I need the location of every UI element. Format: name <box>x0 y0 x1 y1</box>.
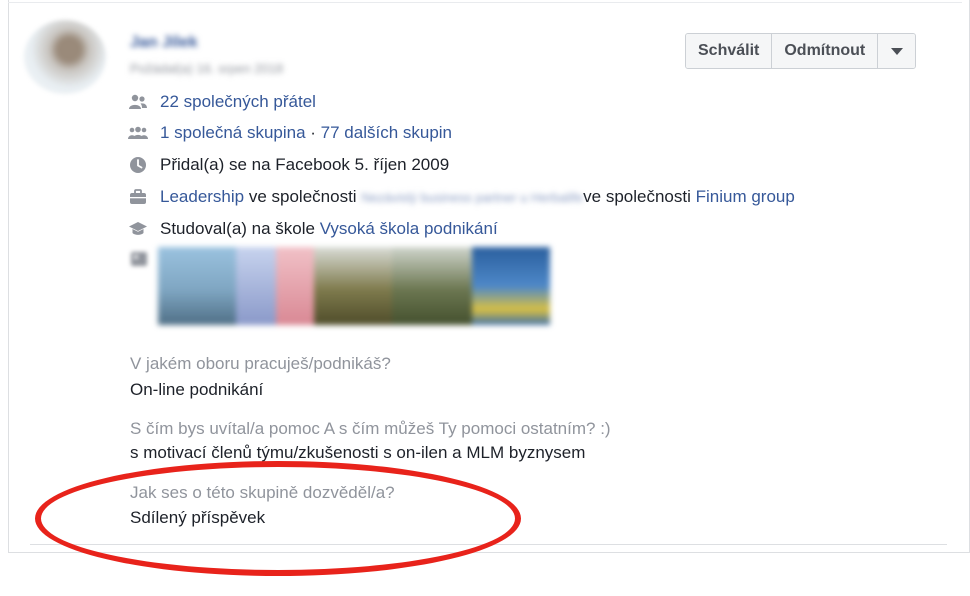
photo-strip <box>158 247 550 325</box>
joined-row: Přidal(a) se na Facebook 5. říjen 2009 <box>128 153 449 177</box>
common-group-link[interactable]: 1 společná skupina <box>160 123 306 143</box>
mutual-friends-link[interactable]: 22 společných přátel <box>160 92 316 112</box>
approve-button[interactable]: Schválit <box>686 34 772 68</box>
photo-thumbnail[interactable] <box>236 247 276 325</box>
card-top-divider <box>8 2 962 3</box>
friends-icon <box>128 92 148 112</box>
more-groups-link[interactable]: 77 dalších skupin <box>321 123 452 143</box>
work-role-link[interactable]: Leadership <box>160 187 244 207</box>
groups-separator: · <box>305 123 321 142</box>
joined-text: Přidal(a) se na Facebook 5. říjen 2009 <box>160 155 450 174</box>
photo-icon <box>130 250 148 268</box>
more-options-button[interactable] <box>877 34 916 68</box>
work-separator: ve společnosti <box>244 187 362 206</box>
answer-3: Sdílený příspěvek <box>130 508 266 527</box>
question-2: S čím bys uvítal/a pomoc A s čím můžeš T… <box>130 419 611 438</box>
groups-row: 1 společná skupina · 77 dalších skupin <box>128 121 452 145</box>
clock-icon <box>128 155 148 175</box>
avatar[interactable] <box>24 20 106 94</box>
blurred-employer-link[interactable]: Nezávislý business partner u Herbalife <box>361 190 583 205</box>
mutual-friends-row: 22 společných přátel <box>128 90 316 114</box>
photo-thumbnail[interactable] <box>472 247 550 325</box>
request-actions: Schválit Odmítnout <box>685 33 917 69</box>
photo-thumbnail[interactable] <box>276 247 314 325</box>
member-request-meta: Požádal(a) 16. srpen 2018 <box>130 61 284 76</box>
work-row: Leadership ve společnosti Nezávislý busi… <box>128 185 795 209</box>
groups-icon <box>128 123 148 143</box>
briefcase-icon <box>128 187 148 207</box>
school-link[interactable]: Vysoká škola podnikání <box>320 219 498 239</box>
card-bottom-divider <box>30 544 947 545</box>
question-3: Jak ses o této skupině dozvěděl/a? <box>130 483 395 502</box>
answer-1: On-line podnikání <box>130 380 264 399</box>
education-prefix: Studoval(a) na škole <box>160 219 320 238</box>
answer-2: s motivací členů týmu/zkušenosti s on-il… <box>130 443 586 462</box>
caret-down-icon <box>890 47 903 55</box>
decline-button[interactable]: Odmítnout <box>771 34 878 68</box>
photo-thumbnail[interactable] <box>158 247 236 325</box>
education-row: Studoval(a) na škole Vysoká škola podnik… <box>128 217 498 241</box>
graduation-cap-icon <box>128 219 148 239</box>
member-name[interactable]: Jan Jílek <box>130 34 198 52</box>
work-separator-2: ve společnosti <box>583 187 696 206</box>
company-link[interactable]: Finium group <box>696 187 795 207</box>
photo-thumbnail[interactable] <box>392 247 472 325</box>
photo-thumbnail[interactable] <box>314 247 392 325</box>
question-1: V jakém oboru pracuješ/podnikáš? <box>130 354 391 373</box>
